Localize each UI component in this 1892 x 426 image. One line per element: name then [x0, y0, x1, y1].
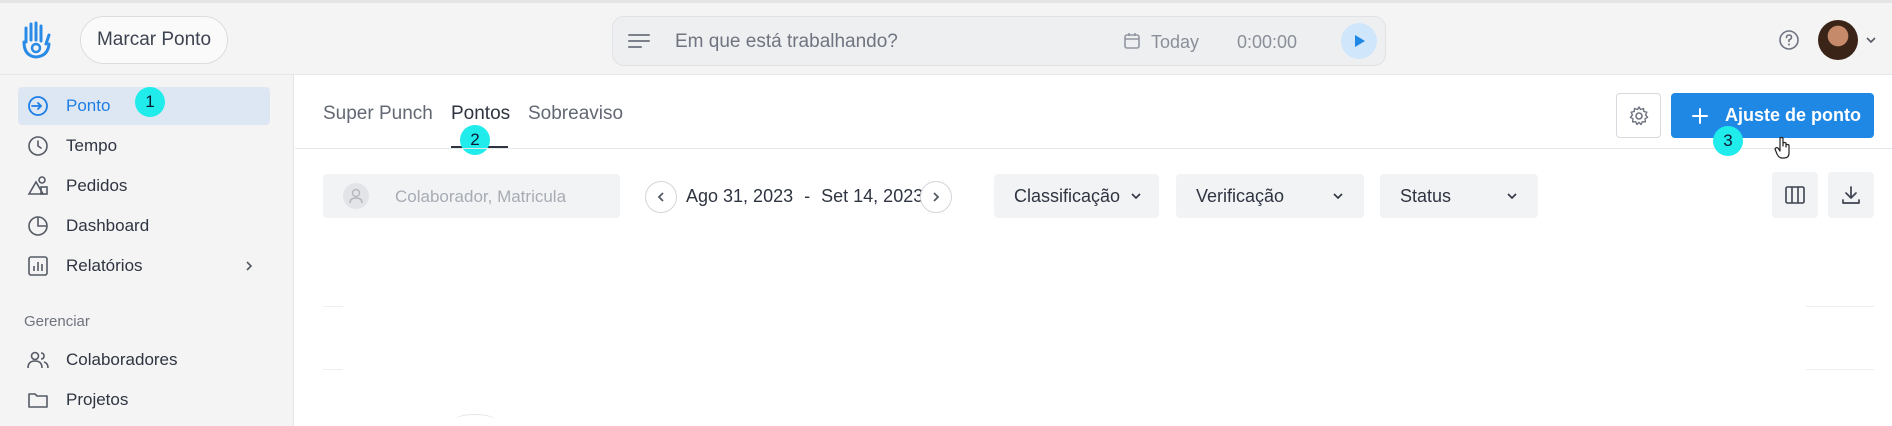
clock-icon: [28, 136, 48, 156]
add-ajuste-label: Ajuste de ponto: [1725, 105, 1861, 125]
add-ajuste-button[interactable]: Ajuste de ponto: [1671, 93, 1874, 138]
users-icon: [27, 351, 49, 369]
sidebar-item-colaboradores[interactable]: Colaboradores: [18, 341, 270, 379]
sidebar-item-label: Colaboradores: [66, 350, 178, 369]
shapes-icon: [27, 176, 48, 195]
folder-icon: [28, 393, 48, 408]
annotation-badge: 2: [460, 125, 490, 155]
calendar-icon[interactable]: [1123, 32, 1141, 50]
sidebar-item-label: Pedidos: [66, 176, 128, 195]
pie-chart-icon: [28, 216, 48, 236]
help-icon[interactable]: [1778, 29, 1800, 51]
date-start: Ago 31, 2023: [686, 186, 794, 206]
task-description-input[interactable]: Em que está trabalhando?: [675, 31, 898, 53]
classificacao-label: Classificação: [1014, 185, 1121, 206]
sidebar-item-projetos[interactable]: Projetos: [18, 381, 270, 419]
play-icon: [1355, 35, 1365, 47]
sidebar-item-pedidos[interactable]: Pedidos: [18, 167, 270, 205]
tab-sobreaviso[interactable]: Sobreaviso: [528, 103, 623, 125]
sidebar-item-label: Dashboard: [66, 216, 150, 235]
loading-spinner: [455, 414, 495, 426]
chevron-down-icon: [1131, 193, 1141, 200]
chevron-down-icon: [1333, 193, 1343, 200]
settings-button[interactable]: [1616, 93, 1661, 138]
sidebar-item-label: Relatórios: [66, 256, 143, 275]
next-period-button[interactable]: [920, 181, 952, 213]
status-dropdown[interactable]: Status: [1380, 174, 1538, 218]
date-end: Set 14, 2023: [821, 186, 924, 206]
sidebar-item-relatorios[interactable]: Relatórios: [18, 247, 270, 285]
top-bar: Marcar Ponto Em que está trabalhando? To…: [0, 0, 1892, 75]
sidebar-item-label: Tempo: [66, 136, 118, 155]
menu-lines-icon: [628, 34, 650, 48]
sidebar-item-label: Projetos: [66, 390, 129, 409]
date-separator: -: [804, 186, 811, 206]
hand-logo-icon[interactable]: [18, 20, 54, 60]
timer-display: 0:00:00: [1237, 32, 1298, 52]
user-avatar[interactable]: [1818, 20, 1858, 60]
date-range[interactable]: Ago 31, 2023 - Set 14, 2023: [686, 186, 923, 207]
chevron-down-icon: [1507, 193, 1517, 200]
sidebar-item-dashboard[interactable]: Dashboard: [18, 207, 270, 245]
tab-super-punch[interactable]: Super Punch: [323, 103, 433, 125]
annotation-badge: 3: [1713, 126, 1743, 156]
hand-pointer-icon: [1774, 136, 1790, 159]
table-divider: [1806, 369, 1874, 370]
verificacao-label: Verificação: [1196, 185, 1285, 206]
chevron-right-icon: [933, 192, 940, 202]
arrow-in-circle-icon: [28, 96, 48, 116]
sidebar: Ponto Tempo Pedidos Dashboard Relatórios…: [0, 75, 294, 426]
table-divider: [323, 369, 343, 370]
chevron-down-icon[interactable]: [1864, 33, 1878, 47]
colaborador-search-input[interactable]: Colaborador, Matricula: [323, 174, 620, 218]
download-button[interactable]: [1828, 172, 1874, 218]
status-label: Status: [1400, 185, 1452, 206]
gear-icon: [1629, 105, 1648, 125]
sidebar-item-label: Ponto: [66, 96, 111, 115]
divider: [295, 148, 1892, 149]
annotation-badge: 1: [135, 87, 165, 117]
date-selector[interactable]: Today: [1151, 32, 1199, 53]
search-placeholder: Colaborador, Matricula: [395, 187, 567, 206]
bar-chart-icon: [28, 256, 48, 276]
chevron-left-icon: [657, 192, 664, 202]
chevron-right-icon: [246, 261, 253, 271]
section-label-gerenciar: Gerenciar: [24, 313, 90, 330]
sidebar-item-tempo[interactable]: Tempo: [18, 127, 270, 165]
previous-period-button[interactable]: [645, 181, 677, 213]
columns-button[interactable]: [1772, 172, 1818, 218]
start-timer-button[interactable]: [1341, 23, 1377, 59]
person-icon: [343, 183, 369, 209]
marcar-ponto-button[interactable]: Marcar Ponto: [80, 16, 228, 64]
table-divider: [1806, 306, 1874, 307]
tab-pontos[interactable]: Pontos: [451, 103, 510, 125]
download-icon: [1842, 186, 1860, 204]
classificacao-dropdown[interactable]: Classificação: [994, 174, 1159, 218]
table-divider: [323, 306, 343, 307]
plus-icon: [1692, 107, 1708, 124]
columns-icon: [1785, 186, 1805, 204]
time-tracker-bar: Em que está trabalhando? Today 0:00:00: [612, 16, 1386, 66]
verificacao-dropdown[interactable]: Verificação: [1176, 174, 1364, 218]
